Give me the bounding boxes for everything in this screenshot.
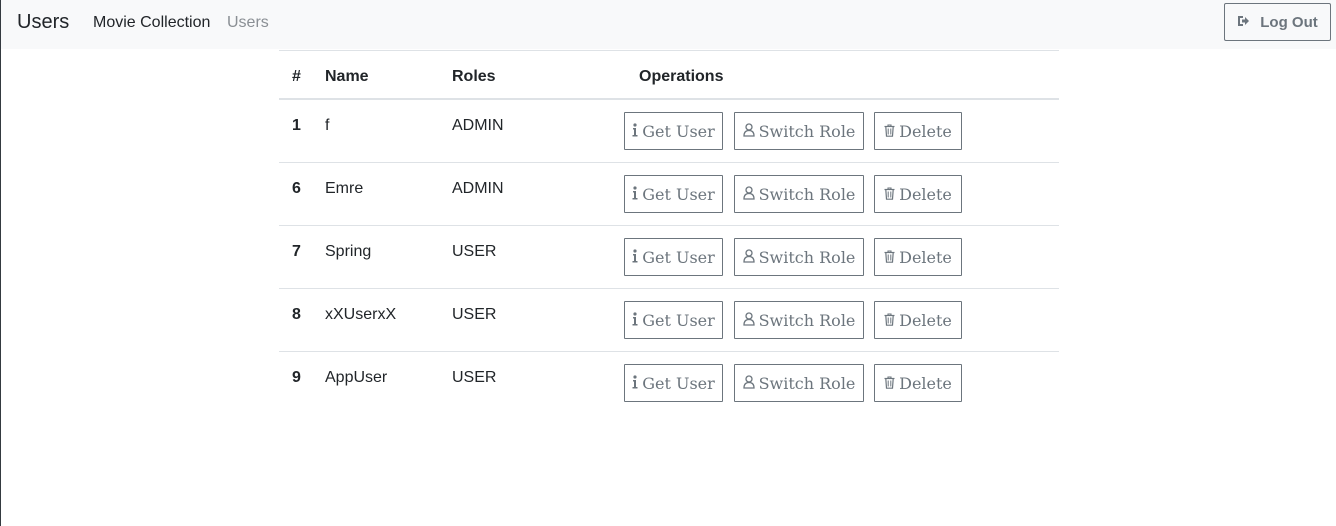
navbar: Users Movie Collection Users Log Out (1, 0, 1336, 49)
table-row: 9 AppUser USER Get User Switch Role Dele… (279, 352, 1059, 415)
table-row: 6 Emre ADMIN Get User Switch Role Delete (279, 163, 1059, 226)
header-operations: Operations (639, 68, 724, 85)
info-icon (632, 122, 642, 141)
user-icon (742, 311, 759, 330)
users-table: # Name Roles Operations 1 f ADMIN Get Us… (279, 50, 1059, 415)
delete-label: Delete (899, 373, 952, 393)
trash-icon (884, 311, 899, 330)
delete-button[interactable]: Delete (874, 112, 962, 150)
info-icon (632, 185, 642, 204)
get-user-button[interactable]: Get User (624, 364, 723, 402)
delete-button[interactable]: Delete (874, 238, 962, 276)
get-user-label: Get User (642, 247, 715, 267)
sign-out-icon (1237, 14, 1260, 31)
delete-label: Delete (899, 310, 952, 330)
user-role: USER (452, 369, 497, 386)
switch-role-button[interactable]: Switch Role (734, 301, 864, 339)
get-user-label: Get User (642, 184, 715, 204)
table-row: 7 Spring USER Get User Switch Role Delet… (279, 226, 1059, 289)
logout-label: Log Out (1260, 13, 1318, 31)
header-id: # (292, 68, 301, 85)
get-user-button[interactable]: Get User (624, 301, 723, 339)
delete-label: Delete (899, 121, 952, 141)
nav-link-movie-collection[interactable]: Movie Collection (93, 14, 210, 32)
delete-label: Delete (899, 184, 952, 204)
table-row: 1 f ADMIN Get User Switch Role Delete (279, 100, 1059, 163)
get-user-label: Get User (642, 121, 715, 141)
logout-button[interactable]: Log Out (1224, 3, 1331, 41)
info-icon (632, 374, 642, 393)
user-icon (742, 248, 759, 267)
get-user-label: Get User (642, 373, 715, 393)
trash-icon (884, 248, 899, 267)
user-role: USER (452, 243, 497, 260)
table-header: # Name Roles Operations (279, 50, 1059, 100)
delete-button[interactable]: Delete (874, 301, 962, 339)
user-id: 6 (292, 180, 301, 197)
switch-role-label: Switch Role (758, 121, 856, 141)
switch-role-button[interactable]: Switch Role (734, 175, 864, 213)
user-name: AppUser (325, 369, 388, 386)
user-icon (742, 122, 759, 141)
info-icon (632, 311, 642, 330)
trash-icon (884, 122, 899, 141)
delete-button[interactable]: Delete (874, 175, 962, 213)
user-role: USER (452, 306, 497, 323)
switch-role-label: Switch Role (758, 247, 856, 267)
table-row: 8 xXUserxX USER Get User Switch Role Del… (279, 289, 1059, 352)
switch-role-label: Switch Role (758, 310, 856, 330)
trash-icon (884, 374, 899, 393)
trash-icon (884, 185, 899, 204)
user-id: 7 (292, 243, 301, 260)
user-name: xXUserxX (325, 306, 397, 323)
info-icon (632, 248, 642, 267)
switch-role-label: Switch Role (758, 373, 856, 393)
navbar-brand[interactable]: Users (17, 11, 69, 34)
get-user-label: Get User (642, 310, 715, 330)
delete-label: Delete (899, 247, 952, 267)
switch-role-button[interactable]: Switch Role (734, 364, 864, 402)
get-user-button[interactable]: Get User (624, 112, 723, 150)
user-id: 1 (292, 117, 301, 134)
user-role: ADMIN (452, 117, 504, 134)
user-name: Spring (325, 243, 372, 260)
user-id: 8 (292, 306, 301, 323)
switch-role-label: Switch Role (758, 184, 856, 204)
switch-role-button[interactable]: Switch Role (734, 238, 864, 276)
user-id: 9 (292, 369, 301, 386)
header-roles: Roles (452, 68, 496, 85)
delete-button[interactable]: Delete (874, 364, 962, 402)
nav-link-users[interactable]: Users (227, 14, 269, 32)
user-icon (742, 185, 759, 204)
user-icon (742, 374, 759, 393)
get-user-button[interactable]: Get User (624, 175, 723, 213)
user-role: ADMIN (452, 180, 504, 197)
table-body: 1 f ADMIN Get User Switch Role Delete 6 … (279, 100, 1059, 415)
user-name: Emre (325, 180, 364, 197)
header-name: Name (325, 68, 369, 85)
switch-role-button[interactable]: Switch Role (734, 112, 864, 150)
user-name: f (325, 117, 330, 134)
get-user-button[interactable]: Get User (624, 238, 723, 276)
